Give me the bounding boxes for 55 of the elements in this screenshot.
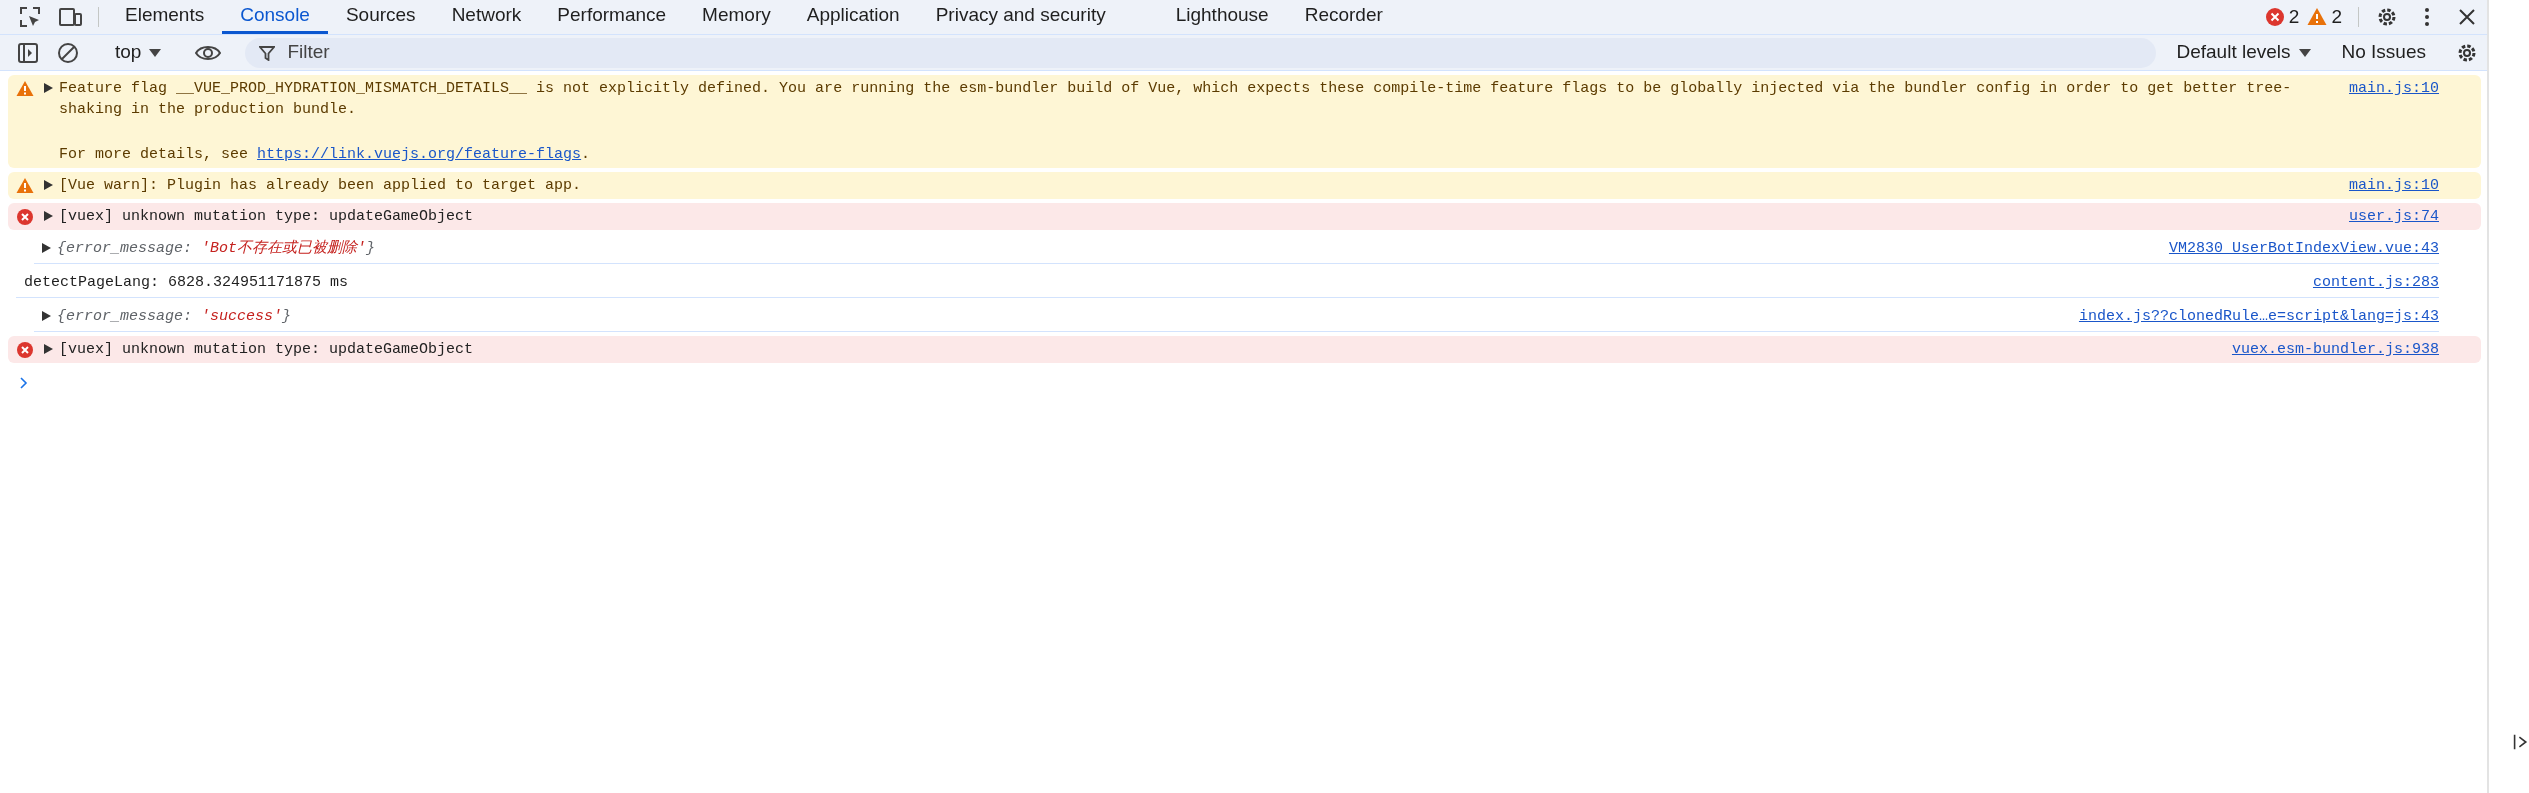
source-link[interactable]: main.js:10 — [2349, 78, 2439, 99]
warning-icon — [16, 177, 34, 194]
object-preview[interactable]: {error_message: 'success'} — [57, 308, 292, 325]
error-icon — [2264, 7, 2285, 27]
source-link[interactable]: main.js:10 — [2349, 175, 2439, 196]
tab[interactable]: Lighthouse — [1157, 0, 1287, 34]
message-text: Feature flag __VUE_PROD_HYDRATION_MISMATCH_DETAILS__ is not explicitly defined. You are running the esm-bundler build of Vue, which expects these compile-time feature flags to be globally injected via the bundler config in order to get better tree-shaking in the production bundle. — [59, 79, 2293, 120]
error-icon — [16, 207, 34, 226]
more-menu-icon[interactable] — [2424, 7, 2430, 27]
source-link[interactable]: index.js??clonedRule…e=script&lang=js:43 — [2078, 306, 2439, 327]
tab[interactable]: Sources — [327, 0, 434, 34]
tab[interactable]: Network — [433, 0, 540, 34]
message-text: detectPageLang: 6828.324951171875 ms — [24, 274, 349, 291]
tab[interactable]: Performance — [539, 0, 685, 34]
message-text: [vuex] unknown mutation type: updateGameObject — [59, 340, 475, 360]
levels-dropdown[interactable]: Default levels — [2166, 38, 2321, 67]
issues-button[interactable]: No Issues — [2337, 38, 2430, 67]
warning-count[interactable]: 2 — [2307, 0, 2342, 34]
expand-arrow-icon[interactable] — [44, 211, 53, 221]
link[interactable]: https://link.vuejs.org/feature-flags — [257, 146, 582, 163]
caret-icon — [149, 48, 162, 57]
context-dropdown[interactable]: top — [105, 38, 172, 67]
error-icon — [16, 340, 34, 359]
caret-icon — [2298, 48, 2311, 57]
expand-arrow-icon[interactable] — [42, 243, 51, 254]
eye-icon[interactable] — [195, 43, 222, 62]
tab[interactable]: Privacy and security — [917, 0, 1124, 34]
inspect-icon[interactable] — [19, 6, 41, 28]
expand-arrow-icon[interactable] — [42, 311, 51, 322]
close-icon[interactable] — [2458, 8, 2476, 26]
tab[interactable]: Application — [788, 0, 918, 34]
message-text: For more details, see https://link.vuejs.org/feature-flags. — [59, 145, 592, 165]
filter-icon — [259, 44, 276, 61]
error-count-text: 2 — [2288, 4, 2300, 29]
tab[interactable]: Memory — [684, 0, 789, 34]
expand-arrow-icon[interactable] — [44, 344, 53, 354]
expand-arrow-icon[interactable] — [44, 83, 53, 93]
warning-count-text: 2 — [2331, 4, 2342, 29]
source-link[interactable]: vuex.esm-bundler.js:938 — [2231, 339, 2439, 360]
expand-arrow-icon[interactable] — [44, 180, 53, 190]
source-link[interactable]: content.js:283 — [2312, 272, 2439, 293]
sidebar-icon[interactable] — [17, 41, 39, 64]
prompt-icon[interactable] — [20, 377, 28, 390]
source-link[interactable]: user.js:74 — [2349, 206, 2439, 227]
error-count[interactable]: 2 — [2264, 0, 2300, 34]
object-preview[interactable]: {error_message: 'Bot不存在或已被删除'} — [57, 240, 376, 257]
clear-console-icon[interactable] — [57, 41, 79, 64]
source-link[interactable]: VM2830 UserBotIndexView.vue:43 — [2168, 238, 2439, 259]
warning-icon — [2307, 7, 2328, 27]
device-toolbar-icon[interactable] — [58, 6, 82, 28]
message-text: [Vue warn]: Plugin has already been applied to target app. — [59, 176, 583, 196]
message-text: [vuex] unknown mutation type: updateGameObject — [59, 207, 475, 227]
tab[interactable]: Recorder — [1286, 0, 1401, 34]
tab[interactable]: Elements — [107, 0, 223, 34]
warning-icon — [16, 80, 34, 97]
